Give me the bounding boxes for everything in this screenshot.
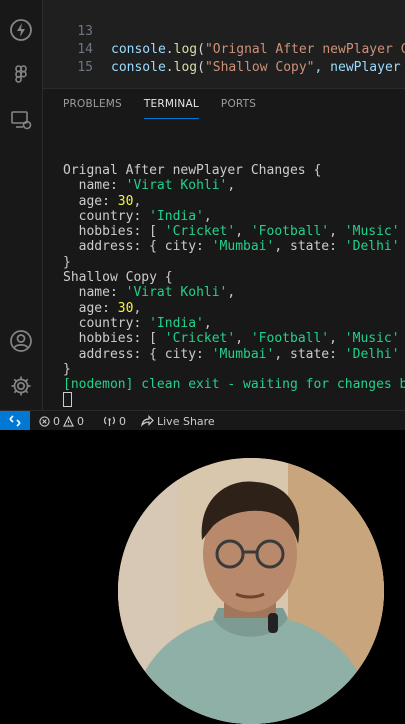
- code-line: 15: [43, 41, 405, 75]
- error-count: 0: [53, 414, 60, 428]
- terminal-cursor: [63, 392, 72, 408]
- problems-indicator[interactable]: 0 0: [39, 411, 84, 430]
- live-share-label: Live Share: [157, 414, 215, 428]
- bottom-panel: PROBLEMS TERMINAL PORTS Orignal After ne…: [43, 88, 405, 411]
- code-function: log: [173, 60, 198, 75]
- live-share-button[interactable]: Live Share: [141, 411, 215, 430]
- tab-ports[interactable]: PORTS: [221, 95, 256, 119]
- webcam-overlay: [118, 458, 384, 724]
- live-share-icon: [141, 415, 154, 427]
- terminal-line: Orignal After newPlayer Changes {: [63, 163, 322, 178]
- status-bar: 0 0 0 Live Share: [0, 410, 405, 430]
- remote-explorer-icon[interactable]: [9, 108, 33, 132]
- nodemon-message: [nodemon] clean exit - waiting for chang…: [63, 377, 405, 393]
- terminal-line: name: 'Virat Kohli',: [63, 285, 236, 301]
- code-line: 14 console.log("Shallow Copy", newPlayer: [43, 23, 405, 75]
- figma-icon[interactable]: [9, 63, 33, 87]
- presenter-video: [118, 458, 384, 724]
- account-icon[interactable]: [9, 329, 33, 353]
- terminal-line: }: [63, 361, 71, 377]
- terminal-output[interactable]: Orignal After newPlayer Changes { name: …: [63, 163, 405, 410]
- error-icon: [39, 415, 50, 427]
- warning-icon: [63, 415, 74, 427]
- code-line: 13 console.log("Orignal After newPlayer …: [43, 5, 405, 57]
- line-number: 15: [77, 60, 93, 75]
- terminal-line: country: 'India',: [63, 315, 212, 331]
- terminal-line: hobbies: [ 'Cricket', 'Football', 'Music…: [63, 331, 400, 347]
- terminal-line: address: { city: 'Mumbai', state: 'Delhi…: [63, 239, 400, 255]
- panel-tabs: PROBLEMS TERMINAL PORTS: [63, 95, 256, 119]
- terminal-line: hobbies: [ 'Cricket', 'Football', 'Music…: [63, 224, 400, 240]
- terminal-line: address: { city: 'Mumbai', state: 'Delhi…: [63, 346, 400, 362]
- code-object: console: [111, 60, 166, 75]
- terminal-line: age: 30,: [63, 300, 142, 316]
- tab-terminal[interactable]: TERMINAL: [143, 95, 199, 119]
- ports-count: 0: [119, 414, 126, 428]
- terminal-line: Shallow Copy {: [63, 270, 173, 286]
- code-string: "Shallow Copy": [204, 60, 315, 75]
- thunder-client-icon[interactable]: [9, 18, 33, 42]
- radio-tower-icon: [104, 416, 115, 426]
- terminal-line: country: 'India',: [63, 208, 212, 224]
- terminal-line: }: [63, 254, 71, 270]
- warning-count: 0: [77, 414, 84, 428]
- terminal-cursor-line: [63, 392, 405, 409]
- activity-bar: [0, 0, 43, 410]
- terminal-line: age: 30,: [63, 193, 142, 209]
- remote-indicator-button[interactable]: [0, 411, 30, 430]
- code-argument: , newPlayer: [314, 60, 401, 75]
- code-editor[interactable]: 13 console.log("Orignal After newPlayer …: [43, 0, 405, 88]
- remote-icon: [9, 415, 21, 427]
- terminal-line: name: 'Virat Kohli',: [63, 178, 236, 194]
- tab-problems[interactable]: PROBLEMS: [63, 95, 122, 119]
- ports-indicator[interactable]: 0: [103, 411, 126, 430]
- vscode-window: 13 console.log("Orignal After newPlayer …: [0, 0, 405, 430]
- gear-icon[interactable]: [9, 374, 33, 398]
